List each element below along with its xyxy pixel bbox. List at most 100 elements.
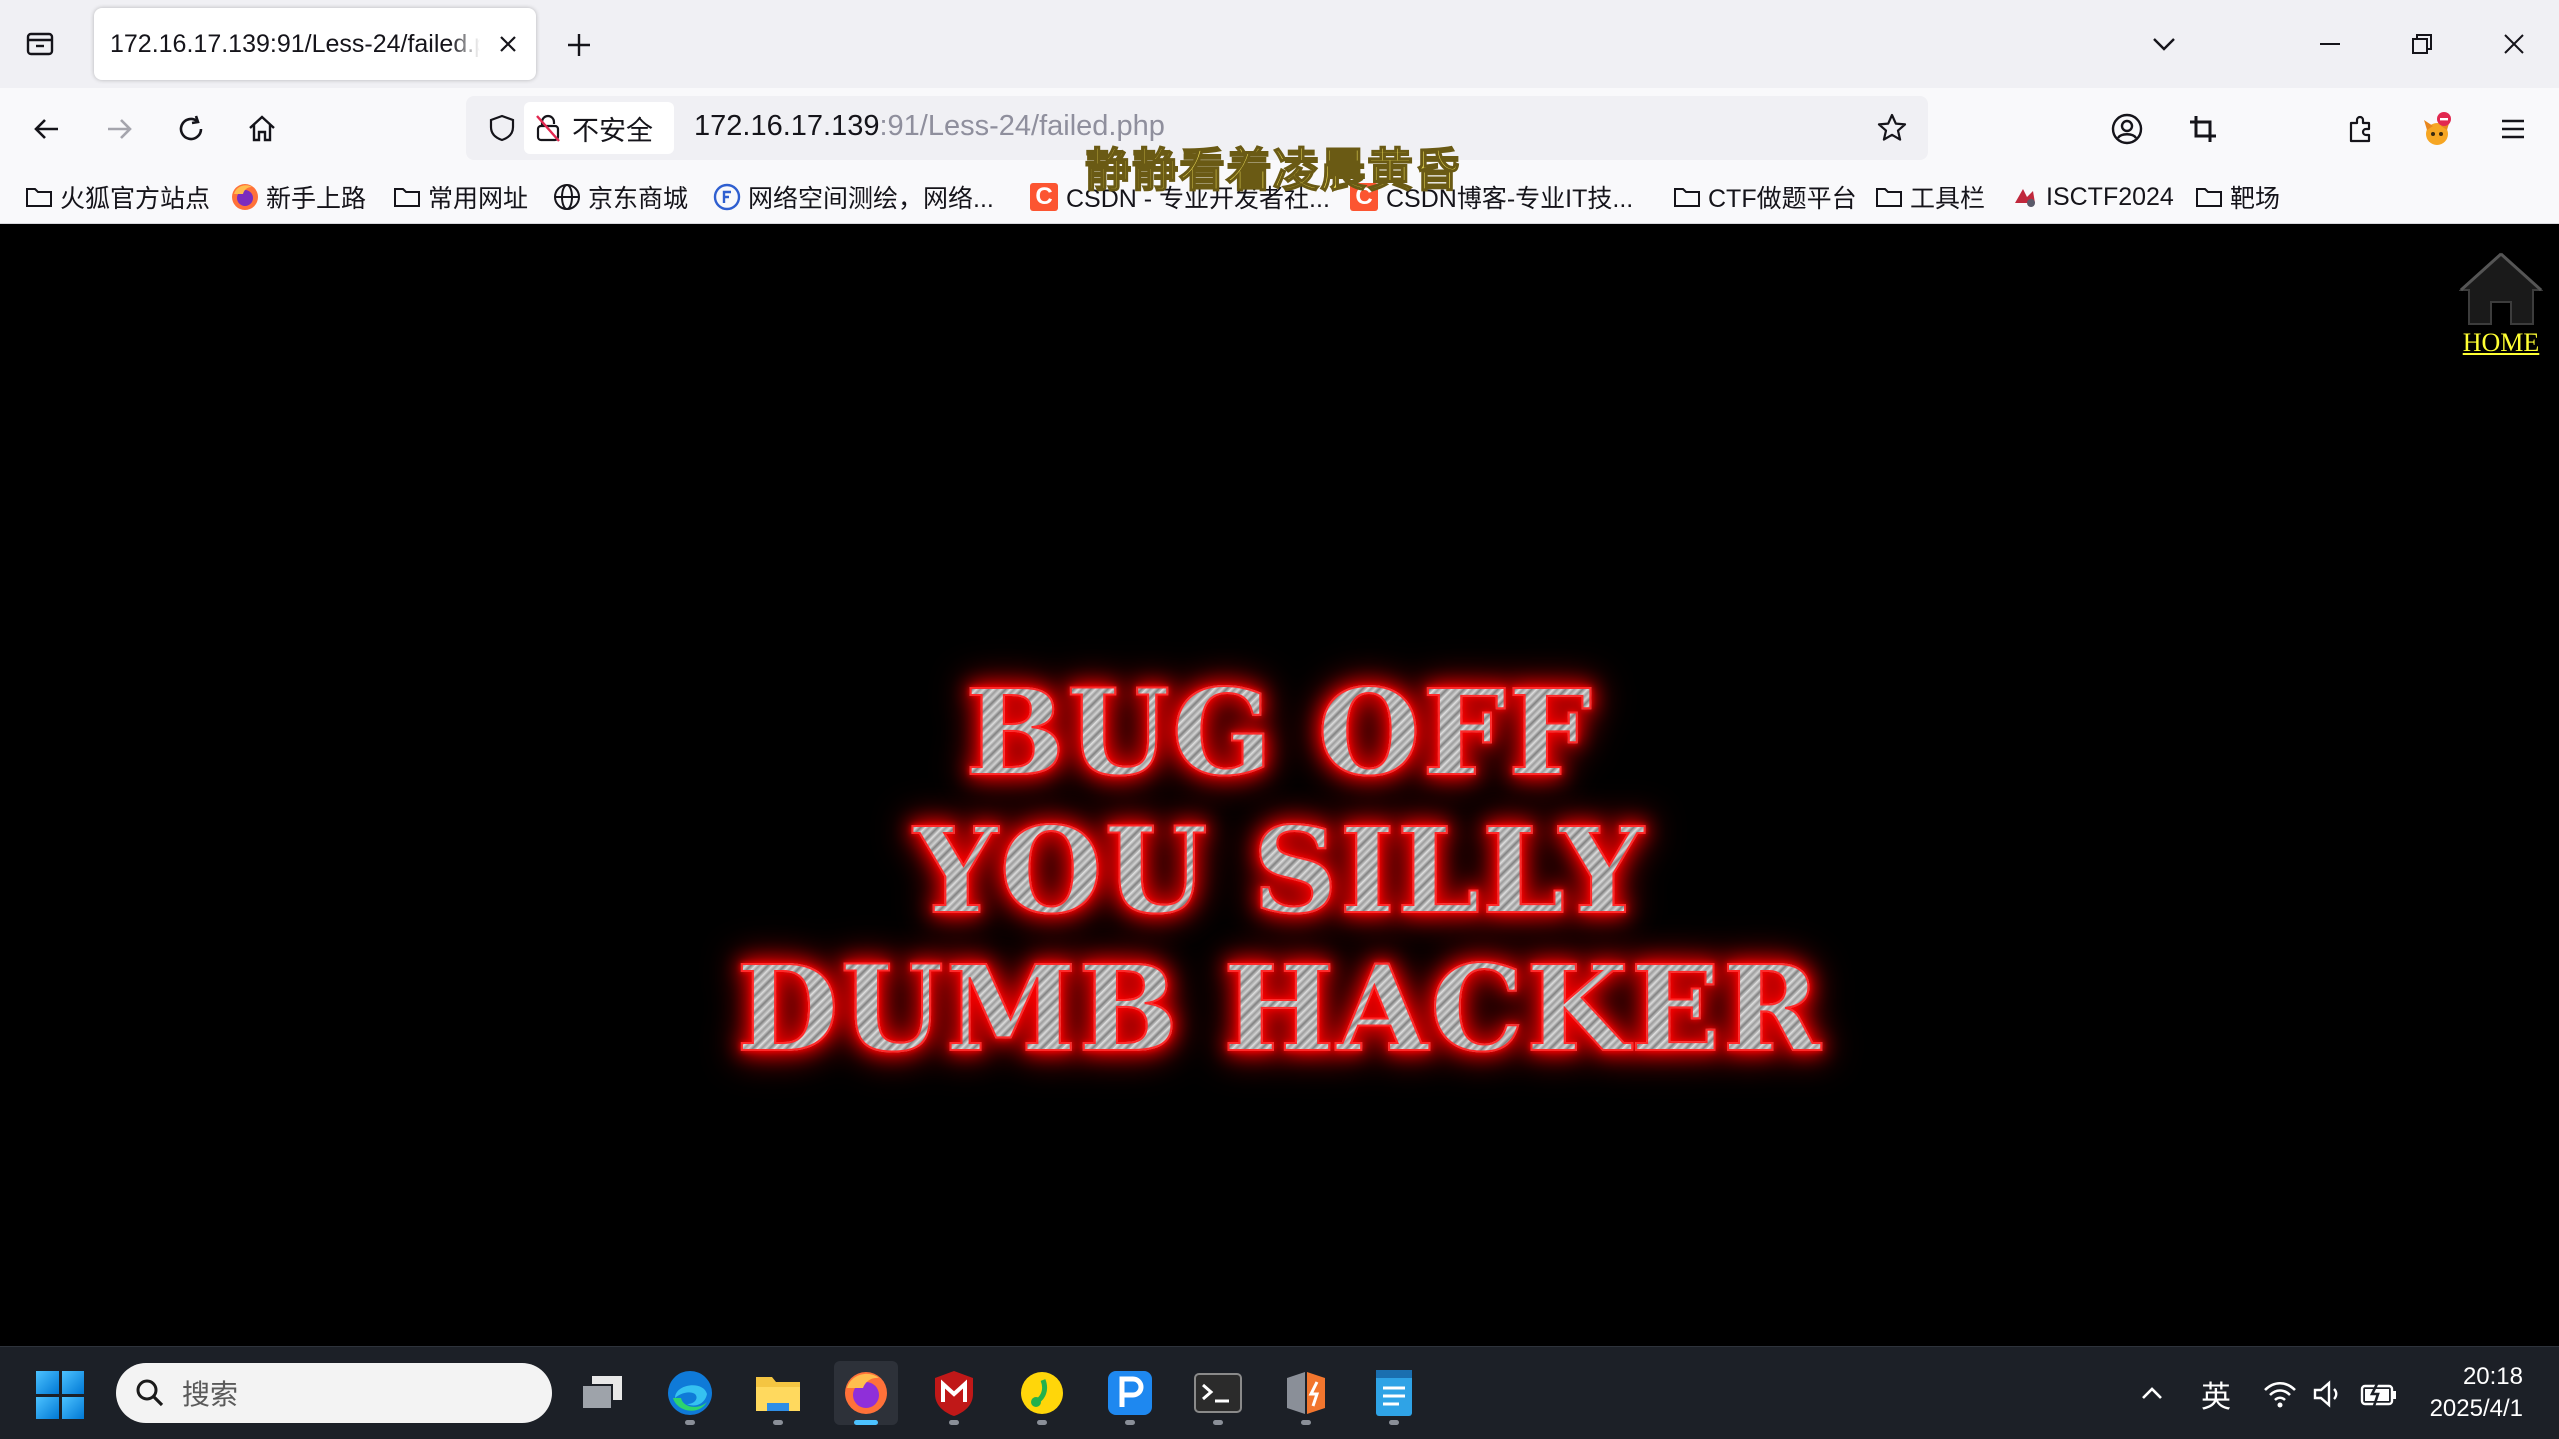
banner-line-2: YOU SILLY — [0, 801, 2559, 941]
account-button[interactable] — [2102, 104, 2152, 154]
restore-button[interactable] — [2396, 18, 2448, 70]
bookmark-star-button[interactable] — [1870, 106, 1914, 150]
show-hidden-icons-button[interactable] — [2132, 1369, 2172, 1419]
wifi-icon — [2264, 1381, 2296, 1408]
close-icon — [500, 36, 516, 52]
account-icon — [2111, 113, 2143, 145]
taskbar-notepad[interactable] — [1362, 1361, 1426, 1425]
taskbar-edge[interactable] — [658, 1361, 722, 1425]
chevron-up-icon — [2142, 1387, 2162, 1399]
system-clock[interactable]: 20:18 2025/4/1 — [2430, 1361, 2523, 1425]
taskbar-file-explorer[interactable] — [746, 1361, 810, 1425]
chevron-down-icon — [2153, 38, 2175, 51]
home-link[interactable]: HOME — [2459, 252, 2543, 358]
bookmark-folder-range[interactable]: 靶场 — [2194, 178, 2280, 216]
new-tab-button[interactable] — [558, 24, 600, 66]
bookmark-folder-ctf[interactable]: CTF做题平台 — [1672, 178, 1857, 216]
bookmark-isctf2024[interactable]: ISCTF2024 — [2010, 178, 2174, 216]
battery-button[interactable] — [2356, 1369, 2402, 1419]
tab-close-button[interactable] — [494, 30, 522, 58]
search-icon — [136, 1379, 164, 1407]
clock-date: 2025/4/1 — [2429, 1395, 2523, 1422]
reload-icon — [179, 115, 203, 141]
firefox-icon — [230, 182, 260, 212]
screenshot-button[interactable] — [2178, 104, 2228, 154]
bookmark-label: 靶场 — [2230, 185, 2281, 213]
p-app-icon — [1108, 1371, 1152, 1415]
close-icon — [2504, 34, 2524, 54]
taskbar-music-player[interactable] — [1010, 1361, 1074, 1425]
tab-strip: 172.16.17.139:91/Less-24/failed.php — [0, 0, 2559, 88]
banner-line-3: DUMB HACKER — [0, 939, 2559, 1079]
start-button[interactable] — [36, 1371, 84, 1419]
bookmark-folder-firefox-sites[interactable]: 火狐官方站点 — [24, 178, 210, 216]
minimize-button[interactable] — [2304, 18, 2356, 70]
bookmark-folder-toolbar[interactable]: 工具栏 — [1874, 178, 1985, 216]
list-all-tabs-button[interactable] — [2138, 18, 2190, 70]
tab-title: 172.16.17.139:91/Less-24/failed.php — [110, 29, 480, 58]
restore-icon — [2412, 34, 2432, 54]
failure-banner: BUG OFF YOU SILLY DUMB HACKER — [0, 663, 2559, 1079]
mcafee-shield-icon — [935, 1371, 973, 1416]
windows-logo-icon — [36, 1371, 59, 1394]
site-security-indicator[interactable]: 不安全 — [524, 102, 674, 154]
back-button[interactable] — [22, 104, 72, 154]
input-method-indicator[interactable]: 英 — [2194, 1369, 2238, 1419]
notepad-icon — [1376, 1370, 1412, 1416]
shield-icon — [489, 114, 515, 142]
bookmark-jd[interactable]: 京东商城 — [552, 178, 688, 216]
taskbar-toolbox[interactable] — [1274, 1361, 1338, 1425]
reload-button[interactable] — [166, 104, 216, 154]
volume-button[interactable] — [2306, 1369, 2350, 1419]
task-view-icon — [581, 1376, 622, 1410]
taskbar-task-view[interactable] — [570, 1361, 634, 1425]
bookmark-fofa[interactable]: 网络空间测绘，网络... — [712, 178, 994, 216]
hamburger-menu-icon — [2502, 119, 2524, 139]
home-button[interactable] — [237, 104, 287, 154]
taskbar-p-app[interactable] — [1098, 1361, 1162, 1425]
extension-fox-button[interactable] — [2412, 104, 2462, 154]
fofa-icon — [712, 182, 742, 212]
star-icon — [1877, 113, 1907, 141]
tab-list-icon — [26, 32, 54, 56]
puzzle-icon — [2349, 115, 2371, 143]
taskbar-terminal[interactable] — [1186, 1361, 1250, 1425]
home-icon — [249, 115, 275, 142]
bookmark-label: 新手上路 — [266, 185, 367, 213]
bookmark-getting-started[interactable]: 新手上路 — [230, 178, 366, 216]
tracking-protection-button[interactable] — [480, 106, 524, 150]
house-icon — [2459, 252, 2543, 325]
edge-icon — [668, 1371, 712, 1415]
plus-icon — [568, 34, 590, 56]
forward-button[interactable] — [94, 104, 144, 154]
insecure-label: 不安全 — [572, 115, 653, 146]
folder-icon — [1672, 182, 1702, 212]
page-content: HOME BUG OFF YOU SILLY DUMB HACKER — [0, 224, 2559, 1346]
taskbar-mcafee[interactable] — [922, 1361, 986, 1425]
taskbar-firefox[interactable] — [834, 1361, 898, 1425]
windows-taskbar: 搜索 英 20:18 2025/4/1 — [0, 1346, 2559, 1439]
active-tab[interactable]: 172.16.17.139:91/Less-24/failed.php — [94, 8, 536, 80]
app-menu-button[interactable] — [2488, 104, 2538, 154]
folder-icon — [2194, 182, 2224, 212]
home-link-label: HOME — [2462, 328, 2540, 357]
globe-icon — [552, 182, 582, 212]
search-placeholder: 搜索 — [182, 1379, 239, 1410]
bookmark-label: 常用网址 — [428, 185, 529, 213]
firefox-icon — [845, 1372, 887, 1414]
close-window-button[interactable] — [2488, 18, 2540, 70]
desktop-lyric-overlay: 静静看着凌晨黄昏 — [1084, 142, 1461, 198]
bookmark-label: 工具栏 — [1910, 185, 1986, 213]
bookmark-folder-common-sites[interactable]: 常用网址 — [392, 178, 528, 216]
speaker-icon — [2313, 1380, 2338, 1408]
ime-label: 英 — [2201, 1381, 2231, 1414]
taskbar-search-box[interactable]: 搜索 — [116, 1363, 552, 1423]
tab-list-button[interactable] — [18, 22, 62, 66]
network-button[interactable] — [2258, 1369, 2302, 1419]
fox-extension-icon — [2424, 112, 2451, 145]
extensions-button[interactable] — [2336, 104, 2386, 154]
arrow-left-icon — [34, 119, 58, 139]
url-host: 172.16.17.139 — [694, 110, 880, 142]
arrow-right-icon — [108, 119, 132, 139]
broken-lock-icon — [536, 114, 560, 142]
